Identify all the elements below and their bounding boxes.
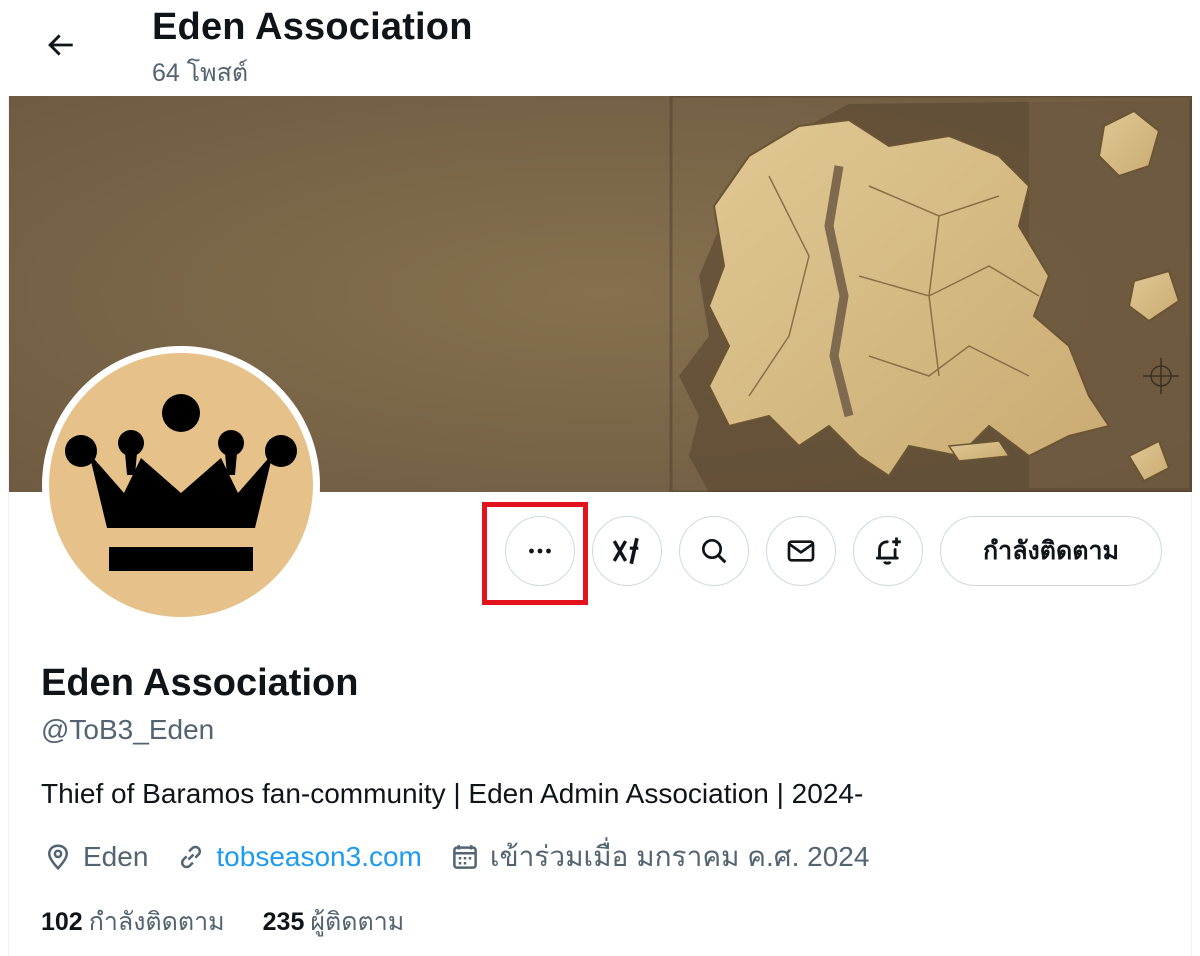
profile-bio: Thief of Baramos fan-community | Eden Ad… (41, 778, 864, 809)
website-link[interactable]: tobseason3.com (216, 841, 421, 873)
arrow-left-icon (48, 34, 73, 56)
avatar-image (49, 353, 313, 617)
followers-label: ผู้ติดตาม (310, 908, 405, 936)
more-horizontal-icon (529, 548, 551, 554)
joined-item: เข้าร่วมเมื่อ มกราคม ค.ศ. 2024 (448, 835, 870, 879)
followers-stat[interactable]: 235 ผู้ติดตาม (263, 902, 405, 942)
avatar[interactable] (42, 346, 320, 624)
website-item: tobseason3.com (174, 840, 422, 874)
following-button[interactable]: กำลังติดตาม (940, 516, 1162, 586)
more-button[interactable] (505, 516, 575, 586)
joined-text: เข้าร่วมเมื่อ มกราคม ค.ศ. 2024 (489, 841, 870, 872)
search-button[interactable] (679, 516, 749, 586)
profile-meta: Eden tobseason3.com เข้าร่วมเมื่อ มกราคม… (41, 838, 895, 876)
bell-plus-icon (875, 537, 901, 565)
link-icon (181, 845, 202, 869)
profile-handle: @ToB3_Eden (41, 714, 215, 745)
location-item: Eden (41, 840, 148, 874)
location-pin-icon (47, 844, 69, 871)
profile-stats: 102 กำลังติดตาม 235 ผู้ติดตาม (41, 902, 442, 942)
followers-count: 235 (262, 908, 305, 936)
post-count: 64 โพสต์ (152, 59, 249, 87)
location-text: Eden (83, 841, 149, 872)
envelope-icon (787, 540, 815, 562)
calendar-icon (453, 845, 477, 869)
following-count: 102 (41, 908, 83, 936)
notifications-button[interactable] (853, 516, 923, 586)
following-stat[interactable]: 102 กำลังติดตาม (41, 902, 225, 942)
following-label: กำลังติดตาม (88, 908, 225, 936)
crown-icon (65, 394, 297, 571)
grok-icon (612, 537, 639, 565)
profile-header: Eden Association 64 โพสต์ (0, 0, 1200, 96)
search-icon (702, 539, 727, 564)
header-title: Eden Association (152, 6, 473, 48)
back-button[interactable] (32, 20, 88, 70)
profile-name: Eden Association (41, 662, 359, 704)
grok-button[interactable] (592, 516, 662, 586)
message-button[interactable] (766, 516, 836, 586)
